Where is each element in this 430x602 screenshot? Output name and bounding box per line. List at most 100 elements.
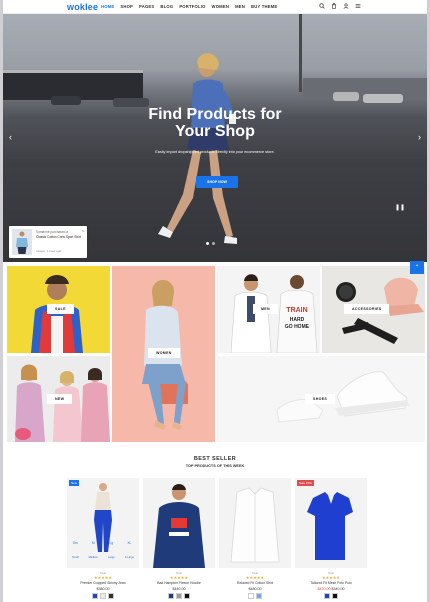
color-swatch[interactable] [176, 593, 182, 599]
category-tile-sale[interactable]: SALE [7, 266, 110, 353]
color-swatch[interactable] [92, 593, 98, 599]
purchase-notification[interactable]: × Someone purchased a Classic Cotton Cre… [9, 226, 87, 258]
product-image[interactable] [143, 478, 215, 568]
svg-text:TRAIN: TRAIN [286, 307, 307, 314]
product-price: $480.00 [248, 587, 262, 591]
rating-stars: ★★★★★ [94, 575, 112, 580]
product-shirt-image [219, 478, 291, 568]
category-label-new: NEW [47, 394, 73, 404]
size-option[interactable]: Sm Small [72, 541, 79, 563]
product-price: $440.00 [172, 587, 186, 591]
product-card[interactable]: Sale 15% Style ★★★★★ Tailored Fit Mesh P… [295, 478, 367, 599]
color-swatches [295, 593, 367, 599]
nav-shop[interactable]: SHOP [120, 4, 133, 9]
product-price-sale: $340.00 [331, 587, 345, 591]
color-swatch[interactable] [332, 593, 338, 599]
product-image[interactable]: New Sm Small M Medium Lg Large XL X-Large [67, 478, 139, 568]
product-card[interactable]: Style ★★★★★ Relaxed Fit Cotton Shirt $48… [219, 478, 291, 599]
rating-stars: ★★★★★ [170, 575, 188, 580]
color-swatch[interactable] [184, 593, 190, 599]
best-seller-subtitle: TOP PRODUCTS OF THIS WEEK [185, 464, 245, 468]
close-icon[interactable]: × [82, 228, 84, 233]
nav-home[interactable]: HOME [101, 4, 114, 9]
category-tile-accessories[interactable]: ACCESSORIES [322, 266, 425, 353]
hero-slider: Find Products for Your Shop Easily impor… [3, 14, 427, 262]
chevron-left-icon[interactable]: ‹ [9, 133, 12, 142]
notification-text: Someone purchased a [36, 230, 69, 234]
color-swatch[interactable] [324, 593, 330, 599]
svg-text:HARD: HARD [290, 317, 305, 323]
page-frame: woklee HOME SHOP PAGES BLOG PORTFOLIO WO… [3, 0, 427, 602]
color-swatches [67, 593, 139, 599]
product-hoodie-image [143, 478, 215, 568]
hero-title-line1: Find Products for [148, 106, 282, 123]
product-name[interactable]: Relaxed Fit Cotton Shirt [219, 581, 291, 585]
product-card[interactable]: New Sm Small M Medium Lg Large XL X-Large St… [67, 478, 139, 599]
search-icon[interactable] [319, 3, 325, 9]
category-tile-men[interactable]: TRAIN HARD GO HOME MEN [217, 266, 320, 353]
cart-icon[interactable] [331, 3, 337, 9]
notification-product-image [12, 229, 32, 255]
pause-icon[interactable]: ❚❚ [395, 204, 405, 211]
color-swatches [219, 593, 291, 599]
svg-text:GO HOME: GO HOME [285, 324, 310, 330]
nav-pages[interactable]: PAGES [139, 4, 154, 9]
category-tile-new[interactable]: NEW [7, 356, 110, 442]
nav-men[interactable]: MEN [235, 4, 245, 9]
nav-buy-theme[interactable]: BUY THEME [251, 4, 277, 9]
product-price-old: $420.00 [317, 587, 331, 591]
main-nav: HOME SHOP PAGES BLOG PORTFOLIO WOMEN MEN… [101, 4, 277, 9]
category-tile-shoes[interactable]: SHOES [217, 356, 425, 442]
user-icon[interactable] [343, 3, 349, 9]
product-image[interactable]: Sale 15% [295, 478, 367, 568]
color-swatch[interactable] [256, 593, 262, 599]
category-label-men: MEN [253, 304, 278, 314]
scroll-to-top-button[interactable]: ⌃ [410, 261, 424, 274]
color-swatch[interactable] [168, 593, 174, 599]
header-icons [319, 3, 361, 9]
category-label-women: WOMEN [148, 348, 180, 358]
size-option[interactable]: XL X-Large [125, 541, 134, 563]
color-swatch[interactable] [248, 593, 254, 599]
color-swatch[interactable] [100, 593, 106, 599]
product-badge: Sale 15% [297, 480, 314, 486]
slider-dot[interactable] [206, 242, 209, 245]
notification-product-name: Classic Cotton Crew Sport Shirt [36, 235, 81, 239]
hero-title-line2: Your Shop [175, 123, 255, 140]
category-tile-women[interactable]: WOMEN [112, 266, 215, 442]
product-name[interactable]: Premier Cropped Skinny Jean [67, 581, 139, 585]
color-swatch[interactable] [108, 593, 114, 599]
hero-title: Find Products for Your Shop [3, 106, 427, 140]
product-price: $420.00 $340.00 [295, 587, 367, 591]
nav-portfolio[interactable]: PORTFOLIO [179, 4, 205, 9]
category-label-sale: SALE [47, 304, 74, 314]
slider-dot[interactable] [212, 242, 215, 245]
product-image[interactable] [219, 478, 291, 568]
size-options: Sm Small M Medium Lg Large XL X-Large [67, 541, 139, 563]
site-logo[interactable]: woklee [67, 2, 98, 12]
best-seller-title: BEST SELLER [193, 456, 237, 462]
product-name[interactable]: Bad Hampton Fleece Hoodie [143, 581, 215, 585]
category-label-accessories: ACCESSORIES [344, 304, 390, 314]
color-swatches [143, 593, 215, 599]
site-header: woklee HOME SHOP PAGES BLOG PORTFOLIO WO… [3, 0, 427, 14]
hero-subtitle: Easily import dropshipped products direc… [155, 150, 275, 154]
notification-time: Vesper, 1 hour ago [36, 249, 62, 253]
size-option[interactable]: M Medium [89, 541, 98, 563]
nav-women[interactable]: WOMEN [212, 4, 230, 9]
product-badge: New [69, 480, 80, 486]
size-option[interactable]: Lg Large [108, 541, 115, 563]
nav-blog[interactable]: BLOG [160, 4, 173, 9]
product-name[interactable]: Tailored Fit Mesh Polo Polo [295, 581, 367, 585]
rating-stars: ★★★★★ [322, 575, 340, 580]
product-card[interactable]: Style ★★★★★ Bad Hampton Fleece Hoodie $4… [143, 478, 215, 599]
chevron-right-icon[interactable]: › [418, 133, 421, 142]
chevron-up-icon: ⌃ [414, 265, 420, 271]
product-price: $380.00 [96, 587, 110, 591]
menu-icon[interactable] [355, 3, 361, 9]
product-polo-image [295, 478, 367, 568]
rating-stars: ★★★★★ [246, 575, 264, 580]
slider-dots [206, 242, 215, 245]
shop-now-button[interactable]: SHOP NOW [196, 176, 238, 188]
category-label-shoes: SHOES [305, 394, 336, 404]
